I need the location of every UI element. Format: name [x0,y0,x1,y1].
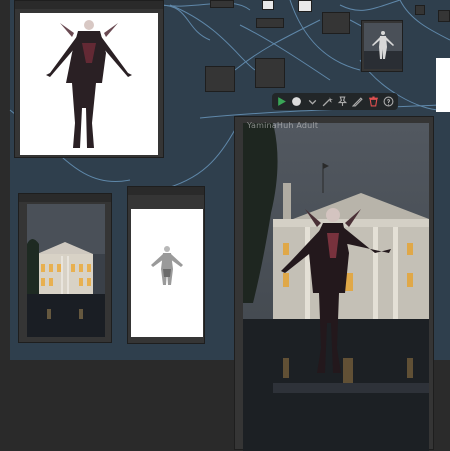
collapsed-node[interactable] [322,12,350,34]
collapsed-node[interactable] [255,58,285,88]
pin-icon[interactable] [337,95,348,109]
preview-node-scene-small[interactable] [18,193,112,343]
collapsed-node[interactable] [210,0,234,8]
collapsed-node[interactable] [438,10,450,22]
help-icon[interactable] [383,95,394,109]
preview-node-output[interactable]: YaminaHuh Adult [234,116,434,451]
node-title-bar[interactable] [128,187,204,195]
image-watermark: YaminaHuh Adult [247,121,319,130]
node-title-bar[interactable] [19,194,111,202]
pose-image [131,209,203,337]
trash-icon[interactable] [368,95,379,109]
thumbnail-image [364,23,402,69]
wand-icon[interactable] [322,95,333,109]
preview-node-pose[interactable] [127,186,205,344]
node-title-bar[interactable] [15,1,163,9]
preview-node-character[interactable] [14,0,164,158]
output-image [243,123,429,451]
color-dot-icon[interactable] [291,95,302,109]
character-reference-image [20,13,158,155]
collapsed-node[interactable] [262,0,274,10]
play-icon[interactable] [276,95,287,109]
collapsed-node[interactable] [256,18,284,28]
collapsed-node[interactable] [298,0,312,12]
scene-small-image [27,204,105,337]
collapsed-node[interactable] [415,5,425,15]
chevron-down-icon[interactable] [307,95,318,109]
canvas-empty-area [0,360,240,450]
preview-node-thumbnail[interactable] [361,20,403,72]
node-toolbar [272,93,398,110]
pencil-icon[interactable] [352,95,364,109]
collapsed-node[interactable] [205,66,235,92]
graph-canvas[interactable]: YaminaHuh Adult [0,0,450,451]
preview-node-partial[interactable] [436,58,450,112]
